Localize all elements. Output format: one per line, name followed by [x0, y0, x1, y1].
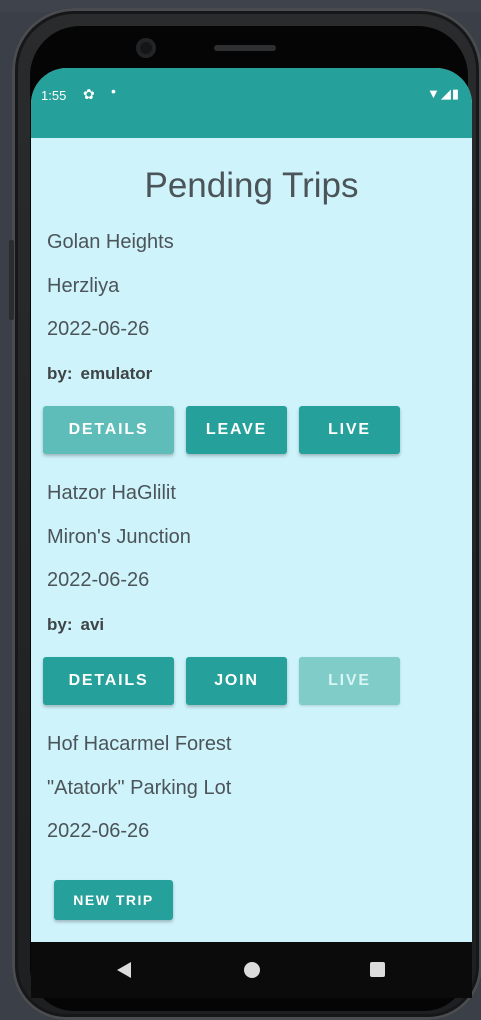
trip-date: 2022-06-26 [47, 569, 150, 591]
trip-owner-name: emulator [80, 364, 153, 383]
details-button[interactable]: DETAILS [43, 657, 174, 705]
trip-date: 2022-06-26 [47, 820, 150, 842]
signal-icon: ◢ [440, 86, 452, 101]
by-label: by: [47, 364, 73, 383]
wifi-icon: ▼ [426, 86, 441, 101]
status-bar: 1:55 ✿ • ▼◢▮ [31, 68, 472, 138]
navigation-bar [31, 942, 472, 998]
front-camera [136, 38, 156, 58]
phone-speaker [214, 45, 276, 51]
recent-apps-icon[interactable] [370, 962, 385, 977]
trip-from: Hof Hacarmel Forest [47, 733, 232, 755]
trip-owner: by: avi [47, 615, 104, 635]
join-button[interactable]: JOIN [186, 657, 287, 705]
trip-owner-name: avi [80, 615, 105, 634]
details-button[interactable]: DETAILS [43, 406, 174, 454]
home-icon[interactable] [244, 962, 260, 978]
trip-from: Golan Heights [47, 231, 174, 253]
live-button[interactable]: LIVE [299, 657, 400, 705]
status-time: 1:55 [41, 88, 67, 103]
leave-button[interactable]: LEAVE [186, 406, 287, 454]
by-label: by: [47, 615, 73, 634]
gear-icon: ✿ [83, 86, 95, 102]
battery-icon: ▮ [451, 86, 460, 101]
trip-to: Miron's Junction [47, 526, 191, 548]
back-icon[interactable] [117, 962, 131, 978]
new-trip-button[interactable]: NEW TRIP [54, 880, 173, 920]
app-screen: 1:55 ✿ • ▼◢▮ Pending Trips Golan Heights… [31, 68, 472, 968]
trip-owner: by: emulator [47, 364, 152, 384]
trip-to: "Atatork" Parking Lot [47, 777, 232, 799]
live-button[interactable]: LIVE [299, 406, 400, 454]
notification-dot-icon: • [111, 83, 116, 99]
phone-side-button-left [9, 240, 14, 320]
trip-date: 2022-06-26 [47, 318, 150, 340]
page-title: Pending Trips [144, 166, 359, 205]
trips-list: Pending Trips Golan Heights Herzliya 202… [31, 138, 472, 968]
trip-to: Herzliya [47, 275, 120, 297]
trip-from: Hatzor HaGlilit [47, 482, 176, 504]
